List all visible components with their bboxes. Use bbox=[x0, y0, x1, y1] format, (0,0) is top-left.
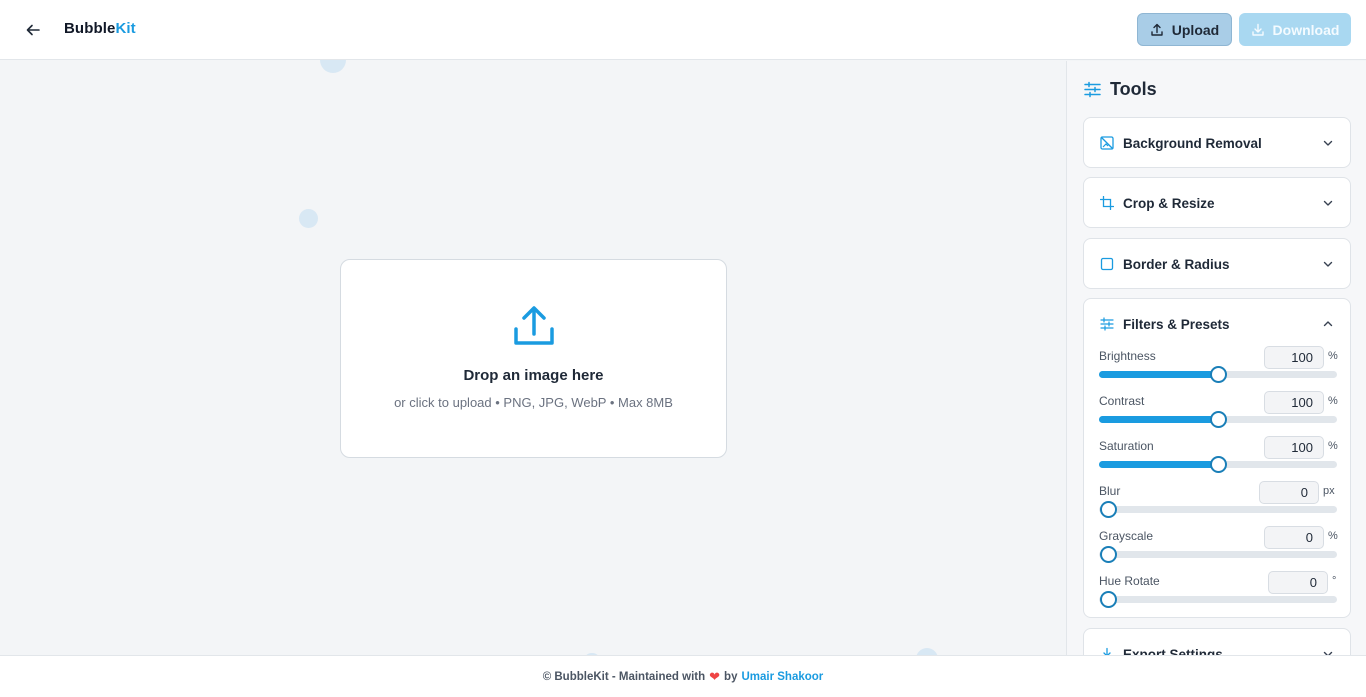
arrow-left-icon bbox=[26, 24, 40, 36]
slider-unit: ° bbox=[1332, 575, 1337, 587]
crop-icon bbox=[1100, 196, 1114, 210]
slider-fill bbox=[1099, 416, 1218, 423]
app-footer: © BubbleKit - Maintained with ❤ by Umair… bbox=[0, 655, 1366, 697]
download-button-label: Download bbox=[1272, 21, 1340, 38]
slider-fill bbox=[1099, 371, 1218, 378]
chevron-down-icon bbox=[1322, 258, 1334, 270]
grayscale-value-input[interactable]: 0 bbox=[1264, 526, 1324, 549]
sliders-icon bbox=[1084, 81, 1101, 98]
blur-slider[interactable] bbox=[1099, 501, 1337, 518]
panel-title: Crop & Resize bbox=[1123, 195, 1215, 211]
filter-contrast: Contrast 100 % bbox=[1099, 391, 1338, 437]
slider-unit: % bbox=[1328, 350, 1338, 362]
footer-by: by bbox=[724, 670, 738, 683]
app-header: BubbleKit Upload Download bbox=[0, 0, 1366, 60]
filter-saturation: Saturation 100 % bbox=[1099, 436, 1338, 482]
download-icon bbox=[1251, 23, 1264, 36]
panel-crop-resize: Crop & Resize bbox=[1083, 177, 1351, 228]
slider-label: Contrast bbox=[1099, 394, 1145, 408]
author-link[interactable]: Umair Shakoor bbox=[741, 671, 823, 683]
slider-label: Saturation bbox=[1099, 439, 1154, 453]
upload-icon bbox=[514, 306, 554, 345]
dropzone-title: Drop an image here bbox=[463, 367, 604, 384]
contrast-value-input[interactable]: 100 bbox=[1264, 391, 1324, 414]
slider-thumb[interactable] bbox=[1100, 546, 1117, 563]
image-off-icon bbox=[1100, 136, 1114, 150]
filter-grayscale: Grayscale 0 % bbox=[1099, 526, 1338, 572]
slider-thumb[interactable] bbox=[1210, 456, 1227, 473]
chevron-down-icon bbox=[1322, 197, 1334, 209]
upload-icon bbox=[1151, 23, 1163, 36]
dropzone-subtitle: or click to upload • PNG, JPG, WebP • Ma… bbox=[394, 395, 673, 410]
saturation-slider[interactable] bbox=[1099, 456, 1337, 473]
square-icon bbox=[1100, 257, 1114, 271]
filter-blur: Blur 0 px bbox=[1099, 481, 1337, 527]
slider-label: Grayscale bbox=[1099, 529, 1154, 543]
upload-button[interactable]: Upload bbox=[1137, 13, 1232, 46]
blur-value-input[interactable]: 0 bbox=[1259, 481, 1319, 504]
slider-unit: % bbox=[1328, 440, 1338, 452]
app-logo[interactable]: BubbleKit bbox=[64, 20, 136, 37]
filter-hue-rotate: Hue Rotate 0 ° bbox=[1099, 571, 1337, 617]
image-dropzone[interactable]: Drop an image here or click to upload • … bbox=[340, 259, 727, 458]
panel-header-crop-resize[interactable]: Crop & Resize bbox=[1084, 178, 1350, 228]
slider-label: Hue Rotate bbox=[1099, 574, 1160, 588]
upload-button-label: Upload bbox=[1171, 21, 1220, 38]
slider-thumb[interactable] bbox=[1100, 501, 1117, 518]
saturation-value-input[interactable]: 100 bbox=[1264, 436, 1324, 459]
chevron-down-icon bbox=[1322, 137, 1334, 149]
brightness-value-input[interactable]: 100 bbox=[1264, 346, 1324, 369]
panel-filters-presets: Filters & Presets Brightness 100 % Contr… bbox=[1083, 298, 1351, 618]
chevron-down-icon bbox=[1322, 648, 1334, 655]
slider-thumb[interactable] bbox=[1210, 366, 1227, 383]
slider-label: Brightness bbox=[1099, 349, 1156, 363]
panel-header-filters-presets[interactable]: Filters & Presets bbox=[1084, 299, 1350, 349]
panel-title: Export Settings bbox=[1123, 646, 1223, 656]
download-icon bbox=[1100, 647, 1114, 655]
sliders-icon bbox=[1100, 317, 1114, 331]
panel-title: Background Removal bbox=[1123, 135, 1262, 151]
bubble-decoration bbox=[299, 209, 318, 228]
panel-title: Filters & Presets bbox=[1123, 316, 1230, 332]
panel-title: Border & Radius bbox=[1123, 256, 1230, 272]
panel-header-background-removal[interactable]: Background Removal bbox=[1084, 118, 1350, 168]
tools-title: Tools bbox=[1110, 79, 1157, 99]
panel-export-settings: Export Settings bbox=[1083, 628, 1351, 655]
slider-unit: px bbox=[1323, 485, 1335, 497]
slider-thumb[interactable] bbox=[1210, 411, 1227, 428]
slider-unit: % bbox=[1328, 530, 1338, 542]
heart-icon: ❤ bbox=[709, 668, 721, 684]
panel-background-removal: Background Removal bbox=[1083, 117, 1351, 168]
chevron-up-icon bbox=[1322, 318, 1334, 330]
brightness-slider[interactable] bbox=[1099, 366, 1337, 383]
hue-rotate-slider[interactable] bbox=[1099, 591, 1337, 608]
contrast-slider[interactable] bbox=[1099, 411, 1337, 428]
tools-header: Tools bbox=[1084, 79, 1157, 100]
grayscale-slider[interactable] bbox=[1099, 546, 1337, 563]
brand-name-part1: Bubble bbox=[64, 20, 116, 37]
footer-copyright: © BubbleKit - Maintained with bbox=[542, 670, 706, 683]
filter-brightness: Brightness 100 % bbox=[1099, 346, 1338, 392]
panel-border-radius: Border & Radius bbox=[1083, 238, 1351, 289]
slider-thumb[interactable] bbox=[1100, 591, 1117, 608]
download-button[interactable]: Download bbox=[1239, 13, 1351, 46]
panel-header-export-settings[interactable]: Export Settings bbox=[1084, 629, 1350, 655]
slider-label: Blur bbox=[1099, 484, 1121, 498]
tools-sidebar: Tools Background Removal Crop & Resize B… bbox=[1066, 61, 1366, 655]
back-button[interactable] bbox=[22, 19, 44, 41]
slider-fill bbox=[1099, 461, 1218, 468]
hue-rotate-value-input[interactable]: 0 bbox=[1268, 571, 1328, 594]
brand-name-part2: Kit bbox=[115, 20, 136, 37]
panel-header-border-radius[interactable]: Border & Radius bbox=[1084, 239, 1350, 289]
slider-unit: % bbox=[1328, 395, 1338, 407]
